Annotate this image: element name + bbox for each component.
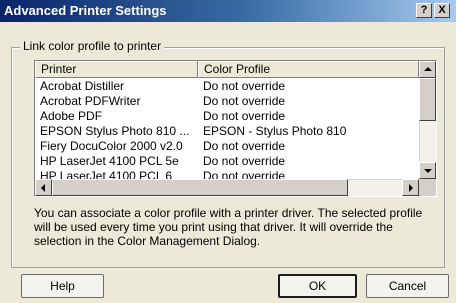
table-row[interactable]: Adobe PDF Do not override	[35, 109, 419, 124]
list-rows: Acrobat Distiller Do not override Acroba…	[35, 79, 419, 184]
scroll-right-button[interactable]	[402, 179, 419, 196]
profile-cell: Do not override	[203, 139, 286, 153]
column-header-color-profile[interactable]: Color Profile	[198, 61, 419, 78]
window-title: Advanced Printer Settings	[4, 3, 167, 18]
arrow-up-icon	[424, 67, 432, 71]
scrollbar-corner	[419, 179, 436, 196]
table-row[interactable]: HP LaserJet 4100 PCL 5e Do not override	[35, 154, 419, 169]
arrow-down-icon	[424, 169, 432, 173]
description-text: You can associate a color profile with a…	[34, 206, 423, 248]
close-button[interactable]: X	[434, 3, 450, 18]
arrow-left-icon	[41, 184, 45, 192]
ok-button[interactable]: OK	[278, 274, 357, 298]
horizontal-scrollbar[interactable]	[35, 179, 419, 196]
help-button[interactable]: Help	[21, 274, 104, 298]
scroll-up-button[interactable]	[419, 61, 436, 78]
profile-cell: Do not override	[203, 109, 286, 123]
help-title-button[interactable]: ?	[416, 3, 432, 18]
printer-cell: EPSON Stylus Photo 810 ...	[40, 124, 190, 138]
vertical-scroll-thumb[interactable]	[419, 78, 436, 121]
vertical-scrollbar[interactable]	[419, 61, 436, 179]
printer-cell: HP LaserJet 4100 PCL 5e	[40, 154, 179, 168]
scroll-left-button[interactable]	[35, 179, 52, 196]
printer-cell: Acrobat PDFWriter	[40, 94, 141, 108]
column-header-printer[interactable]: Printer	[35, 61, 198, 78]
group-label: Link color profile to printer	[20, 39, 165, 53]
scroll-down-button[interactable]	[419, 162, 436, 179]
advanced-printer-settings-dialog: Advanced Printer Settings ? X Link color…	[0, 0, 456, 303]
profile-cell: Do not override	[203, 94, 286, 108]
printer-cell: Fiery DocuColor 2000 v2.0	[40, 139, 183, 153]
list-header: Printer Color Profile	[35, 61, 419, 78]
arrow-right-icon	[409, 184, 413, 192]
cancel-button[interactable]: Cancel	[366, 274, 449, 298]
profile-cell: EPSON - Stylus Photo 810	[203, 124, 347, 138]
table-row[interactable]: Acrobat Distiller Do not override	[35, 79, 419, 94]
profile-cell: Do not override	[203, 154, 286, 168]
horizontal-scroll-thumb[interactable]	[52, 179, 348, 196]
table-row[interactable]: Acrobat PDFWriter Do not override	[35, 94, 419, 109]
title-bar[interactable]: Advanced Printer Settings ? X	[0, 0, 456, 22]
printer-cell: Adobe PDF	[40, 109, 103, 123]
printer-profile-list[interactable]: Printer Color Profile Acrobat Distiller …	[34, 60, 437, 197]
table-row[interactable]: Fiery DocuColor 2000 v2.0 Do not overrid…	[35, 139, 419, 154]
table-row[interactable]: EPSON Stylus Photo 810 ... EPSON - Stylu…	[35, 124, 419, 139]
printer-cell: Acrobat Distiller	[40, 79, 125, 93]
profile-cell: Do not override	[203, 79, 286, 93]
